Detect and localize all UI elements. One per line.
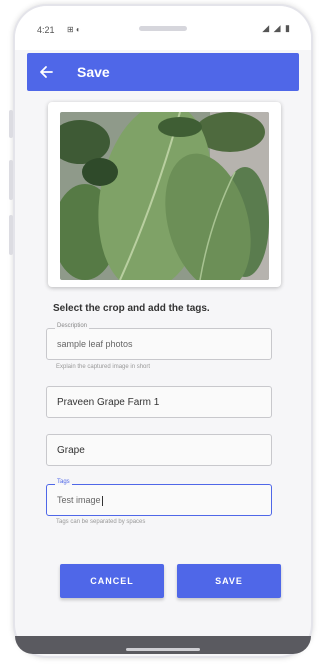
tags-label: Tags <box>55 479 72 485</box>
tags-helper: Tags can be separated by spaces <box>56 519 146 525</box>
notification-icons: ⊞ ◐ <box>67 25 81 34</box>
farm-field[interactable]: Praveen Grape Farm 1 <box>46 386 272 418</box>
crop-field[interactable]: Grape <box>46 434 272 466</box>
speaker-notch <box>139 26 187 31</box>
status-time: 4:21 <box>37 25 55 35</box>
page-title: Save <box>77 64 110 80</box>
instruction-text: Select the crop and add the tags. <box>53 303 210 314</box>
description-helper: Explain the captured image in short <box>56 364 151 370</box>
home-indicator[interactable] <box>126 648 200 651</box>
text-cursor <box>101 495 103 506</box>
description-value: sample leaf photos <box>57 339 133 349</box>
tags-field[interactable]: Tags Test image <box>46 479 272 516</box>
signal-battery-icons: ◢ ◢ ▮ <box>262 23 291 33</box>
leaf-photo[interactable] <box>60 112 269 280</box>
save-button[interactable]: SAVE <box>177 564 281 598</box>
navigation-bar <box>15 636 311 654</box>
back-arrow-icon[interactable] <box>37 62 57 82</box>
status-bar: 4:21 ⊞ ◐ ◢ ◢ ▮ <box>15 6 311 50</box>
crop-value: Grape <box>57 445 85 456</box>
volume-button <box>9 160 13 200</box>
tags-value: Test image <box>57 495 103 506</box>
description-label: Description <box>55 323 90 329</box>
description-field[interactable]: Description sample leaf photos <box>46 323 272 360</box>
image-preview-card <box>48 102 281 287</box>
volume-button <box>9 110 13 138</box>
app-bar: Save <box>27 53 299 91</box>
cancel-button[interactable]: CANCEL <box>60 564 164 598</box>
farm-value: Praveen Grape Farm 1 <box>57 397 160 408</box>
power-button <box>9 215 13 255</box>
